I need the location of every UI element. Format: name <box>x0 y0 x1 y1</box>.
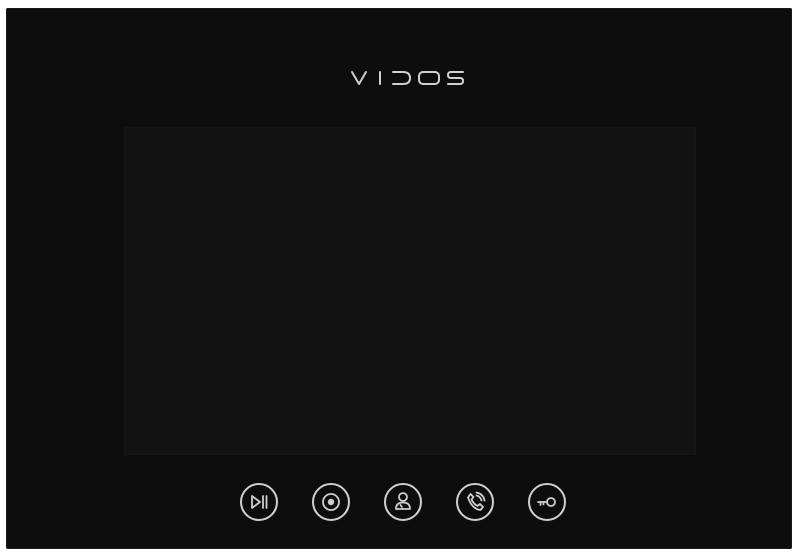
control-button-row <box>234 483 594 525</box>
intercom-monitor: VIDOS <box>6 8 792 549</box>
brand-logo: VIDOS <box>350 66 470 90</box>
key-icon <box>537 497 556 507</box>
record-icon <box>322 493 340 511</box>
record-button[interactable] <box>312 483 350 521</box>
unlock-door-button[interactable] <box>528 483 566 521</box>
play-pause-button[interactable] <box>240 483 278 521</box>
user-icon <box>395 492 411 510</box>
monitor-user-button[interactable] <box>384 483 422 521</box>
phone-icon <box>467 491 486 511</box>
display-screen <box>124 127 696 455</box>
play-pause-icon <box>251 495 268 509</box>
call-button[interactable] <box>456 483 494 521</box>
